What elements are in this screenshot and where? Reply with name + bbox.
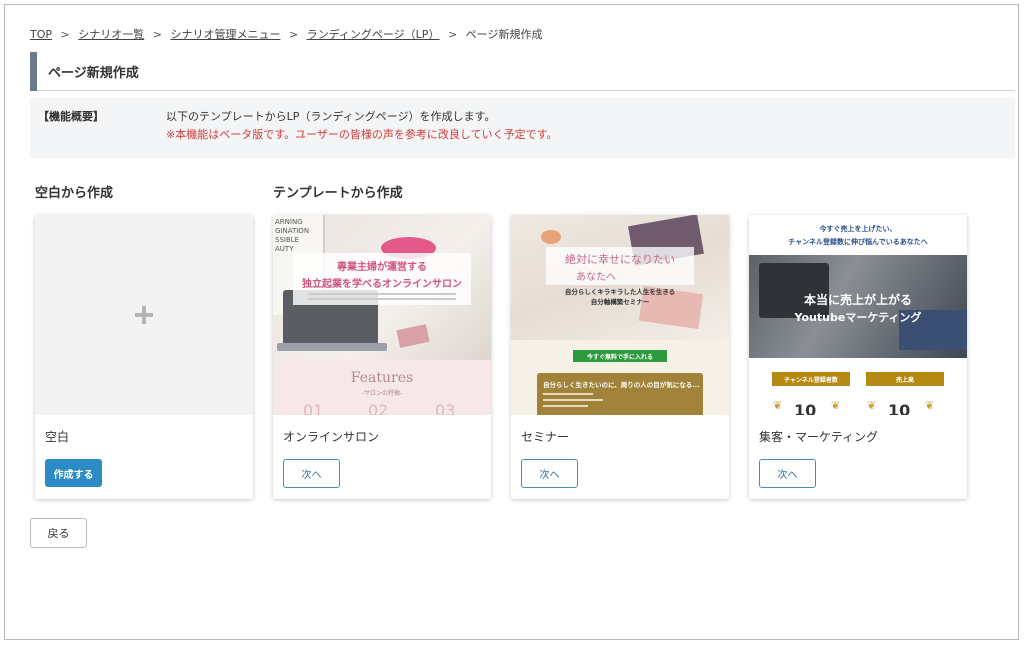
title-accent-bar bbox=[30, 52, 37, 91]
breadcrumb-scenario-list[interactable]: シナリオ一覧 bbox=[78, 28, 144, 41]
page-title: ページ新規作成 bbox=[48, 66, 139, 81]
template-name-online-salon: オンラインサロン bbox=[283, 430, 380, 444]
blank-card[interactable]: 空白 作成する bbox=[35, 215, 253, 499]
section-title-template: テンプレートから作成 bbox=[273, 186, 403, 201]
seminar-text-line bbox=[543, 399, 603, 401]
summary-description: 以下のテンプレートからLP（ランディングページ）を作成します。 bbox=[166, 110, 496, 123]
marketing-top-text-2: チャンネル登録数に伸び悩んでいるあなたへ bbox=[788, 238, 928, 246]
template-thumbnail-marketing: 今すぐ売上を上げたい、 チャンネル登録数に伸び悩んでいるあなたへ 本当に売上が上… bbox=[749, 215, 967, 415]
breadcrumb-separator: > bbox=[447, 28, 458, 41]
back-button[interactable]: 戻る bbox=[30, 518, 87, 548]
salon-feature-number: 01 bbox=[303, 401, 324, 415]
blank-thumbnail bbox=[35, 215, 253, 415]
blank-card-name: 空白 bbox=[45, 430, 70, 444]
marketing-headline-2: Youtubeマーケティング bbox=[794, 311, 922, 324]
laurel-icon: ❦ bbox=[773, 399, 783, 412]
seminar-info-text: 自分らしく生きたいのに、周りの人の目が気になる... bbox=[543, 381, 700, 389]
salon-poster-text: ARNING GINATION SSIBLE AUTY bbox=[275, 218, 310, 253]
feature-summary: 【機能概要】 以下のテンプレートからLP（ランディングページ）を作成します。 ※… bbox=[30, 98, 1015, 158]
marketing-badge-2-text: 売上高 bbox=[895, 377, 914, 384]
breadcrumb: TOP > シナリオ一覧 > シナリオ管理メニュー > ランディングページ（LP… bbox=[30, 26, 542, 42]
template-card-seminar[interactable]: 絶対に幸せになりたい あなたへ 自分らしくキラキラした人生を生きる 自分軸構築セ… bbox=[511, 215, 729, 499]
salon-text-line bbox=[308, 293, 456, 295]
next-button-marketing[interactable]: 次へ bbox=[759, 459, 816, 488]
breadcrumb-current: ページ新規作成 bbox=[465, 28, 543, 41]
template-name-seminar: セミナー bbox=[521, 430, 570, 444]
section-title-blank: 空白から作成 bbox=[35, 186, 114, 201]
seminar-flower bbox=[541, 230, 561, 244]
laurel-icon: ❦ bbox=[925, 399, 935, 412]
summary-label: 【機能概要】 bbox=[38, 110, 104, 123]
salon-text-line bbox=[308, 298, 456, 300]
salon-features-sub: -サロンの特徴- bbox=[361, 390, 403, 397]
marketing-number-1: 10 bbox=[794, 401, 817, 415]
seminar-subtitle-1: 自分らしくキラキラした人生を生きる bbox=[564, 288, 676, 296]
template-card-marketing[interactable]: 今すぐ売上を上げたい、 チャンネル登録数に伸び悩んでいるあなたへ 本当に売上が上… bbox=[749, 215, 967, 499]
marketing-number-2: 10 bbox=[888, 401, 911, 415]
salon-feature-number: 02 bbox=[368, 401, 389, 415]
create-blank-button[interactable]: 作成する bbox=[45, 459, 102, 487]
seminar-subtitle-2: 自分軸構築セミナー bbox=[590, 298, 650, 306]
marketing-headline-1: 本当に売上が上がる bbox=[803, 293, 912, 307]
laurel-icon: ❦ bbox=[867, 399, 877, 412]
seminar-text-line bbox=[543, 405, 588, 407]
seminar-cta-text: 今すぐ無料で手に入れる bbox=[586, 354, 653, 361]
marketing-badge-1-text: チャンネル登録者数 bbox=[784, 377, 838, 384]
salon-features-title: Features bbox=[350, 370, 414, 386]
plus-icon bbox=[35, 215, 253, 415]
template-thumbnail-online-salon: ARNING GINATION SSIBLE AUTY 専業主婦が運営する 独立… bbox=[273, 215, 491, 415]
breadcrumb-separator: > bbox=[152, 28, 162, 41]
next-button-online-salon[interactable]: 次へ bbox=[283, 459, 340, 488]
salon-headline-1: 専業主婦が運営する bbox=[337, 262, 427, 273]
breadcrumb-separator: > bbox=[60, 28, 70, 41]
next-button-seminar[interactable]: 次へ bbox=[521, 459, 578, 488]
salon-laptop-base bbox=[277, 343, 387, 351]
template-card-online-salon[interactable]: ARNING GINATION SSIBLE AUTY 専業主婦が運営する 独立… bbox=[273, 215, 491, 499]
seminar-text-line bbox=[543, 393, 593, 395]
marketing-top-band bbox=[749, 215, 967, 255]
breadcrumb-top[interactable]: TOP bbox=[30, 28, 52, 41]
salon-feature-number: 03 bbox=[435, 401, 456, 415]
seminar-headline-2: あなたへ bbox=[576, 272, 616, 283]
template-thumbnail-seminar: 絶対に幸せになりたい あなたへ 自分らしくキラキラした人生を生きる 自分軸構築セ… bbox=[511, 215, 729, 415]
breadcrumb-scenario-menu[interactable]: シナリオ管理メニュー bbox=[170, 28, 280, 41]
seminar-headline-1: 絶対に幸せになりたい bbox=[565, 253, 675, 266]
laurel-icon: ❦ bbox=[831, 399, 841, 412]
breadcrumb-separator: > bbox=[288, 28, 299, 41]
salon-headline-2: 独立起業を学べるオンラインサロン bbox=[302, 279, 462, 290]
template-name-marketing: 集客・マーケティング bbox=[759, 430, 879, 444]
marketing-top-text-1: 今すぐ売上を上げたい、 bbox=[819, 225, 897, 233]
page-title-block: ページ新規作成 bbox=[30, 52, 1015, 91]
breadcrumb-landing-page[interactable]: ランディングページ（LP） bbox=[307, 28, 440, 41]
summary-beta-note: ※本機能はベータ版です。ユーザーの皆様の声を参考に改良していく予定です。 bbox=[166, 128, 558, 141]
app-frame: TOP > シナリオ一覧 > シナリオ管理メニュー > ランディングページ（LP… bbox=[4, 4, 1019, 640]
